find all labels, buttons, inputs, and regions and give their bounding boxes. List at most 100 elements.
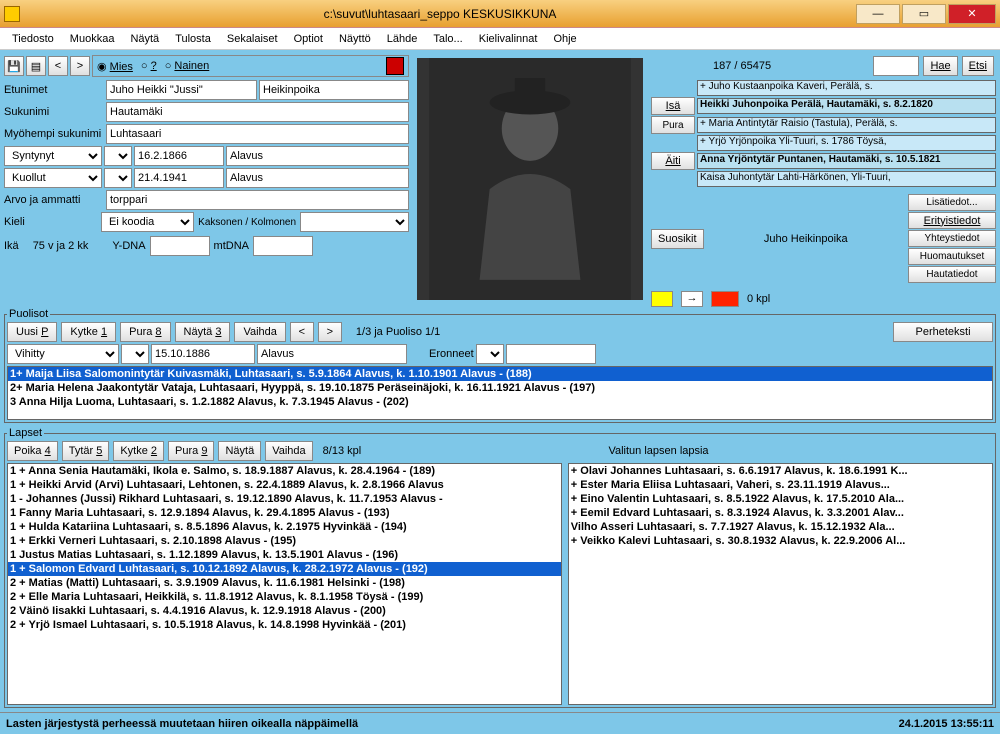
parent-line-1[interactable]: Heikki Juhonpoika Perälä, Hautamäki, s. … [697,98,996,114]
next-button[interactable]: > [70,56,90,76]
parent-line-4[interactable]: Anna Yrjöntytär Puntanen, Hautamäki, s. … [697,153,996,169]
kaksonen-select[interactable] [300,212,409,232]
uusi-p-button[interactable]: Uusi P [7,322,57,342]
kuol-place[interactable] [226,168,409,188]
child-item[interactable]: 2 + Matias (Matti) Luhtasaari, s. 3.9.19… [8,576,561,590]
menu-sekalaiset[interactable]: Sekalaiset [219,30,286,48]
menu-tiedosto[interactable]: Tiedosto [4,30,62,48]
kytke1-button[interactable]: Kytke 1 [61,322,116,342]
pura9-button[interactable]: Pura 9 [168,441,214,461]
menu-talo[interactable]: Talo... [425,30,470,48]
child-item[interactable]: 1 + Salomon Edvard Luhtasaari, s. 10.12.… [8,562,561,576]
phone-icon[interactable] [711,291,739,307]
spouse-list[interactable]: 1+ Maija Liisa Salomonintytär Kuivasmäki… [7,366,993,420]
grandchild-item[interactable]: + Eemil Edvard Luhtasaari, s. 8.3.1924 A… [569,506,992,520]
child-item[interactable]: 2 + Yrjö Ismael Luhtasaari, s. 10.5.1918… [8,618,561,632]
arrow-button[interactable]: → [681,291,703,307]
child-item[interactable]: 1 + Anna Senia Hautamäki, Ikola e. Salmo… [8,464,561,478]
nayta3-button[interactable]: Näytä 3 [175,322,231,342]
synt-place[interactable] [226,146,409,166]
menu-optiot[interactable]: Optiot [286,30,331,48]
gender-nainen[interactable]: ○ Nainen [165,60,210,72]
huomautukset-button[interactable]: Huomautukset [908,248,996,265]
hautatiedot-button[interactable]: Hautatiedot [908,266,996,283]
children-list[interactable]: 1 + Anna Senia Hautamäki, Ikola e. Salmo… [7,463,562,705]
lisatiedot-button[interactable]: Lisätiedot... [908,194,996,211]
child-item[interactable]: 1 Fanny Maria Luhtasaari, s. 12.9.1894 A… [8,506,561,520]
synt-date[interactable] [134,146,224,166]
grandchild-item[interactable]: + Ester Maria Eliisa Luhtasaari, Vaheri,… [569,478,992,492]
etunimet-input[interactable] [106,80,257,100]
vihitty-select[interactable]: Vihitty [7,344,119,364]
sukunimi-input[interactable] [106,102,409,122]
spouse-next[interactable]: > [318,322,342,342]
person-photo[interactable] [417,58,643,300]
parent-line-2[interactable]: + Maria Antintytär Raisio (Tastula), Per… [697,117,996,133]
ero-qual[interactable] [476,344,504,364]
syntynyt-select[interactable]: Syntynyt [4,146,102,166]
car-icon[interactable] [651,291,673,307]
nayta-child-button[interactable]: Näytä [218,441,261,461]
child-item[interactable]: 1 - Johannes (Jussi) Rikhard Luhtasaari,… [8,492,561,506]
mtdna-input[interactable] [253,236,313,256]
prev-button[interactable]: < [48,56,68,76]
save-icon[interactable]: 💾 [4,56,24,76]
yhteystiedot-button[interactable]: Yhteystiedot [908,230,996,247]
menu-naytto[interactable]: Näyttö [331,30,379,48]
isa-button[interactable]: Isä [651,97,695,115]
tytar5-button[interactable]: Tytär 5 [62,441,110,461]
ydna-input[interactable] [150,236,210,256]
vih-qual[interactable] [121,344,149,364]
poika4-button[interactable]: Poika 4 [7,441,58,461]
vaihda-spouse-button[interactable]: Vaihda [234,322,285,342]
spouse-item-0[interactable]: 1+ Maija Liisa Salomonintytär Kuivasmäki… [8,367,992,381]
menu-ohje[interactable]: Ohje [545,30,584,48]
spouse-item-1[interactable]: 2+ Maria Helena Jaakontytär Vataja, Luht… [8,381,992,395]
grandchild-item[interactable]: + Eino Valentin Luhtasaari, s. 8.5.1922 … [569,492,992,506]
eronneet-date[interactable] [506,344,596,364]
child-item[interactable]: 1 + Heikki Arvid (Arvi) Luhtasaari, Leht… [8,478,561,492]
synt-qual[interactable] [104,146,132,166]
aiti-button[interactable]: Äiti [651,152,695,170]
kytke2-button[interactable]: Kytke 2 [113,441,164,461]
child-item[interactable]: 1 + Hulda Katariina Luhtasaari, s. 8.5.1… [8,520,561,534]
child-item[interactable]: 2 Väinö Iisakki Luhtasaari, s. 4.4.1916 … [8,604,561,618]
gender-unknown[interactable]: ○ ? [141,60,157,72]
menu-muokkaa[interactable]: Muokkaa [62,30,123,48]
arvo-input[interactable] [106,190,409,210]
vaihda-child-button[interactable]: Vaihda [265,441,312,461]
parent-line-0[interactable]: + Juho Kustaanpoika Kaveri, Perälä, s. [697,80,996,96]
vihitty-place[interactable] [257,344,407,364]
kuol-qual[interactable] [104,168,132,188]
kuol-date[interactable] [134,168,224,188]
vihitty-date[interactable] [151,344,255,364]
suosikit-button[interactable]: Suosikit [651,229,704,249]
pura-button[interactable]: Pura [651,116,695,134]
perheteksti-button[interactable]: Perheteksti [893,322,993,342]
menu-tulosta[interactable]: Tulosta [167,30,219,48]
spouse-prev[interactable]: < [290,322,314,342]
erityistiedot-button[interactable]: Erityistiedot [908,212,996,229]
grandchild-item[interactable]: Vilho Asseri Luhtasaari, s. 7.7.1927 Ala… [569,520,992,534]
grandchildren-list[interactable]: + Olavi Johannes Luhtasaari, s. 6.6.1917… [568,463,993,705]
patronym-input[interactable] [259,80,409,100]
kuollut-select[interactable]: Kuollut [4,168,102,188]
menu-kielivalinnat[interactable]: Kielivalinnat [471,30,546,48]
child-item[interactable]: 2 + Elle Maria Luhtasaari, Heikkilä, s. … [8,590,561,604]
toolbar-btn2[interactable]: ▤ [26,56,46,76]
gender-mies[interactable]: ◉ Mies [97,60,133,73]
child-item[interactable]: 1 + Erkki Verneri Luhtasaari, s. 2.10.18… [8,534,561,548]
kieli-select[interactable]: Ei koodia [101,212,194,232]
maximize-button[interactable]: ▭ [902,4,946,24]
pura8-button[interactable]: Pura 8 [120,322,170,342]
spouse-item-2[interactable]: 3 Anna Hilja Luoma, Luhtasaari, s. 1.2.1… [8,395,992,409]
close-button[interactable]: ✕ [948,4,996,24]
menu-nayta[interactable]: Näytä [122,30,167,48]
hae-button[interactable]: Hae [923,56,957,76]
parent-line-5[interactable]: Kaisa Juhontytär Lahti-Härkönen, Yli-Tuu… [697,171,996,187]
menu-lahde[interactable]: Lähde [379,30,426,48]
grandchild-item[interactable]: + Olavi Johannes Luhtasaari, s. 6.6.1917… [569,464,992,478]
goto-input[interactable] [873,56,919,76]
child-item[interactable]: 1 Justus Matias Luhtasaari, s. 1.12.1899… [8,548,561,562]
minimize-button[interactable]: — [856,4,900,24]
